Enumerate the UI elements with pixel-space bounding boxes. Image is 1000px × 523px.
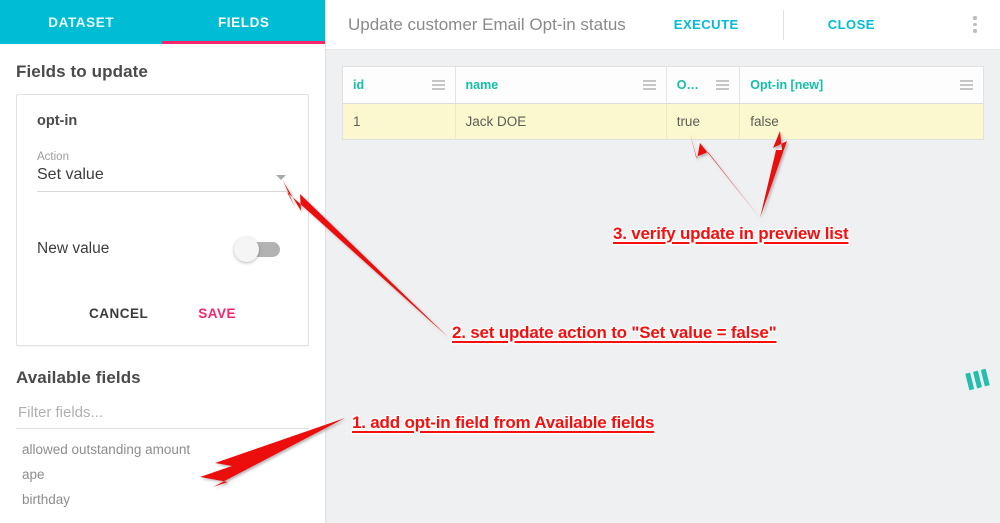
cell-id: 1 <box>343 103 456 139</box>
column-menu-icon[interactable] <box>642 80 656 90</box>
active-tab-indicator <box>162 41 325 44</box>
list-item[interactable]: allowed outstanding amount <box>16 437 309 462</box>
three-bars-logo-icon <box>965 368 990 391</box>
column-menu-icon[interactable] <box>716 80 730 90</box>
column-header-label: Opt-in [new] <box>750 77 824 92</box>
column-menu-icon[interactable] <box>960 80 973 90</box>
table-row[interactable]: 1 Jack DOE true false <box>343 103 983 139</box>
column-menu-icon[interactable] <box>431 80 445 90</box>
new-value-toggle[interactable] <box>234 236 280 262</box>
table-header-row: id name O… Opt-in [new] <box>343 67 983 104</box>
kebab-menu-icon[interactable] <box>960 16 990 33</box>
column-header-id[interactable]: id <box>343 67 456 104</box>
app-root: DATASET FIELDS Fields to update opt-in A… <box>0 0 1000 523</box>
tab-bar: DATASET FIELDS <box>0 0 325 44</box>
cell-optin-old: true <box>666 103 741 139</box>
fields-to-update-title: Fields to update <box>16 62 148 81</box>
annotation-step-2: 2. set update action to "Set value = fal… <box>452 323 777 342</box>
left-panel: DATASET FIELDS Fields to update opt-in A… <box>0 0 325 523</box>
tab-dataset[interactable]: DATASET <box>0 0 163 44</box>
column-header-optin-new[interactable]: Opt-in [new] <box>739 67 983 104</box>
list-item[interactable]: birthday <box>16 487 309 512</box>
new-value-row: New value <box>37 236 288 262</box>
right-panel: Update customer Email Opt-in status EXEC… <box>325 0 1000 523</box>
execute-button[interactable]: EXECUTE <box>664 11 749 38</box>
toggle-knob-icon <box>234 236 259 262</box>
preview-table: id name O… Opt-in [new] 1 Jack DOE true … <box>342 66 984 140</box>
new-value-label: New value <box>37 240 110 257</box>
close-button[interactable]: CLOSE <box>818 11 885 38</box>
column-header-label: O… <box>676 77 699 92</box>
tab-fields[interactable]: FIELDS <box>163 0 326 44</box>
annotation-step-1: 1. add opt-in field from Available field… <box>352 413 655 432</box>
column-header-label: id <box>353 77 365 92</box>
list-item[interactable]: ape <box>16 462 309 487</box>
available-fields-list: allowed outstanding amount ape birthday <box>16 437 309 512</box>
annotation-step-3: 3. verify update in preview list <box>613 224 849 243</box>
card-actions: CANCEL SAVE <box>37 302 288 325</box>
action-label: Action <box>37 151 69 163</box>
tab-dataset-label: DATASET <box>48 14 115 30</box>
field-update-card: opt-in Action Set value New value CANCEL… <box>16 94 309 346</box>
column-header-name[interactable]: name <box>455 67 667 104</box>
column-header-label: name <box>465 77 499 92</box>
column-header-optin-old[interactable]: O… <box>666 67 741 104</box>
cell-name: Jack DOE <box>455 103 667 139</box>
field-card-title: opt-in <box>37 113 78 129</box>
cancel-button[interactable]: CANCEL <box>87 302 150 325</box>
chevron-down-icon <box>276 175 286 180</box>
available-fields-title: Available fields <box>16 368 141 387</box>
save-button[interactable]: SAVE <box>196 302 238 325</box>
header-divider <box>782 9 784 40</box>
left-panel-body: Fields to update opt-in Action Set value… <box>0 62 325 523</box>
cell-optin-new: false <box>739 103 983 139</box>
preview-header: Update customer Email Opt-in status EXEC… <box>326 0 1000 50</box>
filter-fields-input[interactable] <box>16 400 309 429</box>
page-title: Update customer Email Opt-in status <box>348 14 626 34</box>
action-select-value: Set value <box>37 166 104 183</box>
action-select[interactable]: Set value <box>37 166 288 192</box>
tab-fields-label: FIELDS <box>217 14 270 30</box>
